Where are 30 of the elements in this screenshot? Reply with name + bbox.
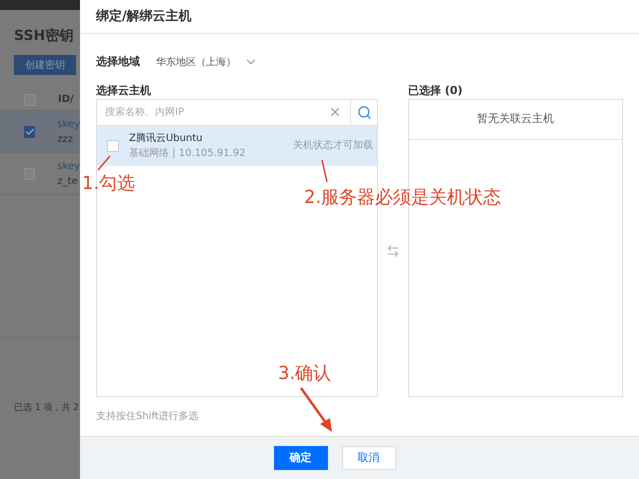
row-checkbox[interactable] — [24, 126, 36, 138]
host-name: Z腾讯云Ubuntu — [129, 132, 204, 146]
check-icon — [24, 126, 35, 136]
key-name: zzz — [57, 132, 74, 146]
section-label: 已选择 (0) — [408, 82, 464, 98]
host-item[interactable]: Z腾讯云Ubuntu 基础网络 | 10.105.91.92 关机状态才可加载 — [97, 126, 377, 166]
confirm-button[interactable]: 确定 — [274, 446, 328, 470]
create-button[interactable]: 创建密钥 — [14, 55, 76, 75]
annotation: 2.服务器必须是关机状态 — [304, 186, 502, 210]
section-label: 选择云主机 — [96, 82, 152, 98]
dialog-title: 绑定/解绑云主机 — [96, 8, 192, 26]
host-detail: 基础网络 | 10.105.91.92 — [129, 146, 246, 160]
hint-text: 支持按住Shift进行多选 — [96, 410, 200, 424]
region-label: 选择地域 — [96, 54, 140, 70]
search-field[interactable]: 搜索名称、内网IP — [97, 100, 328, 124]
transfer-icon — [386, 244, 400, 258]
host-status: 关机状态才可加载 — [293, 138, 373, 153]
host-checkbox[interactable] — [107, 140, 119, 152]
page-title: SSH密钥 — [14, 26, 74, 46]
selection-summary: 已选 1 项，共 2 — [14, 402, 80, 414]
empty-message: 暂无关联云主机 — [477, 110, 554, 127]
column-header: ID/ — [58, 93, 74, 107]
cancel-button[interactable]: 取消 — [342, 446, 396, 470]
key-name: z_te — [57, 174, 79, 188]
annotation: 1.勾选 — [82, 172, 136, 196]
clear-icon[interactable] — [328, 105, 342, 119]
annotation-arrow — [300, 387, 332, 432]
region-dropdown[interactable]: 华东地区（上海） — [156, 54, 258, 70]
annotation: 3.确认 — [278, 362, 332, 386]
search-icon[interactable] — [356, 104, 372, 120]
